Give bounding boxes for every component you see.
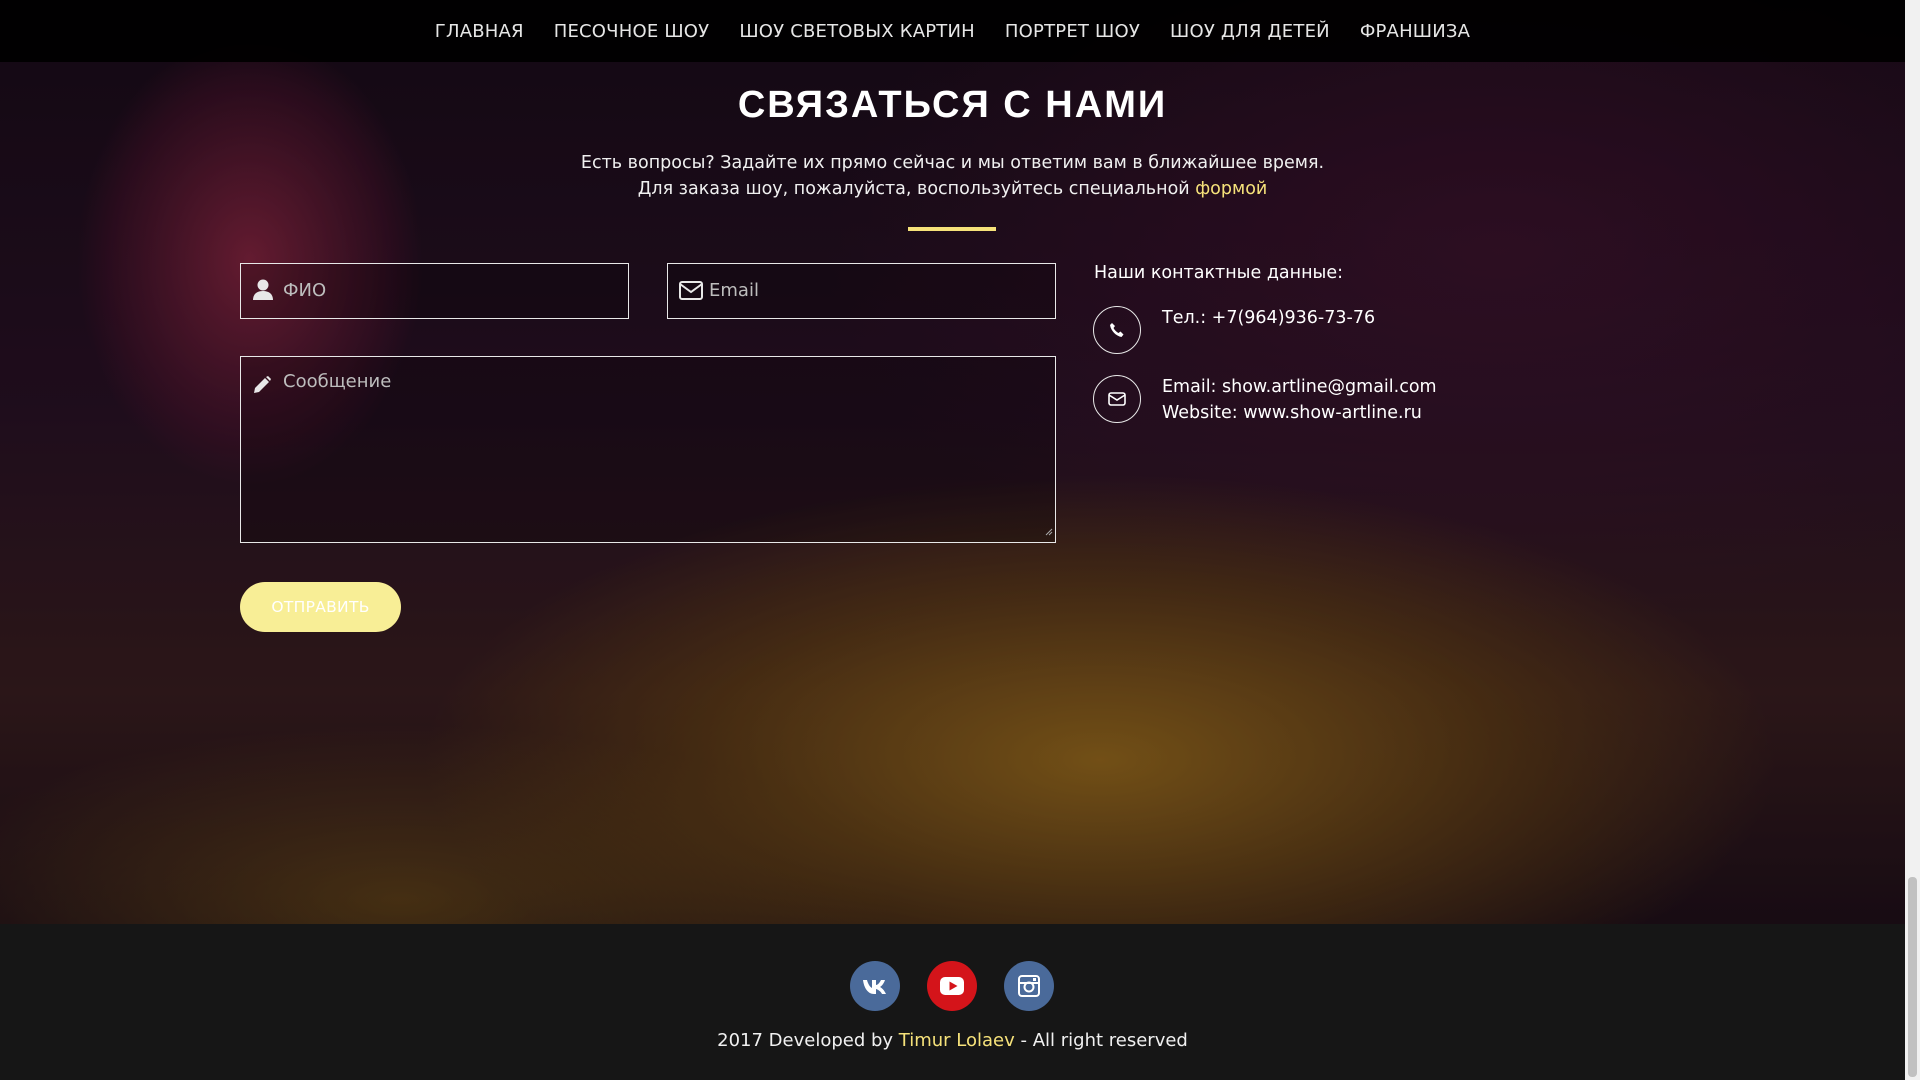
page-scrollbar[interactable]: [1905, 0, 1920, 1080]
name-input[interactable]: ФИО: [240, 263, 629, 319]
section-title: СВЯЗАТЬСЯ С НАМИ: [737, 84, 1168, 126]
footer: 2017 Developed by Timur Lolaev - All rig…: [0, 924, 1905, 1080]
message-textarea[interactable]: Сообщение: [240, 356, 1056, 543]
vk-icon[interactable]: [850, 961, 900, 1011]
resize-handle-icon[interactable]: [1045, 521, 1053, 540]
youtube-icon[interactable]: [927, 961, 977, 1011]
phone-number: Тел.: +7(964)936-73-76: [1162, 308, 1376, 328]
copyright-prefix: 2017 Developed by: [717, 1030, 899, 1051]
contact-email: Email: show.artline@gmail.com: [1162, 377, 1437, 397]
copyright: 2017 Developed by Timur Lolaev - All rig…: [0, 1030, 1905, 1051]
subtitle-line-2: Для заказа шоу, пожалуйста, воспользуйте…: [0, 176, 1905, 202]
mail-icon: [1093, 375, 1141, 423]
email-placeholder: Email: [709, 280, 759, 301]
message-placeholder: Сообщение: [283, 371, 392, 392]
email-website-block: Email: show.artline@gmail.com Website: w…: [1162, 374, 1437, 426]
submit-button[interactable]: ОТПРАВИТЬ: [240, 582, 401, 632]
scrollbar-thumb[interactable]: [1908, 877, 1917, 1077]
title-divider: [908, 227, 996, 231]
copyright-suffix: - All right reserved: [1014, 1030, 1188, 1051]
envelope-icon: [679, 281, 703, 304]
section-subtitle: Есть вопросы? Задайте их прямо сейчас и …: [0, 150, 1905, 202]
email-input[interactable]: Email: [667, 263, 1056, 319]
name-placeholder: ФИО: [283, 280, 327, 301]
author-link[interactable]: Timur Lolaev: [899, 1030, 1015, 1051]
instagram-icon[interactable]: [1004, 961, 1054, 1011]
contact-details-title: Наши контактные данные:: [1094, 263, 1344, 283]
phone-icon: [1093, 306, 1141, 354]
order-form-link[interactable]: формой: [1195, 179, 1267, 199]
pencil-icon: [252, 375, 272, 399]
contact-section: СВЯЗАТЬСЯ С НАМИ Есть вопросы? Задайте и…: [0, 0, 1905, 924]
subtitle-line-2-text: Для заказа шоу, пожалуйста, воспользуйте…: [637, 179, 1196, 199]
subtitle-line-1: Есть вопросы? Задайте их прямо сейчас и …: [580, 153, 1325, 173]
contact-website: Website: www.show-artline.ru: [1162, 403, 1422, 423]
user-icon: [253, 279, 273, 305]
